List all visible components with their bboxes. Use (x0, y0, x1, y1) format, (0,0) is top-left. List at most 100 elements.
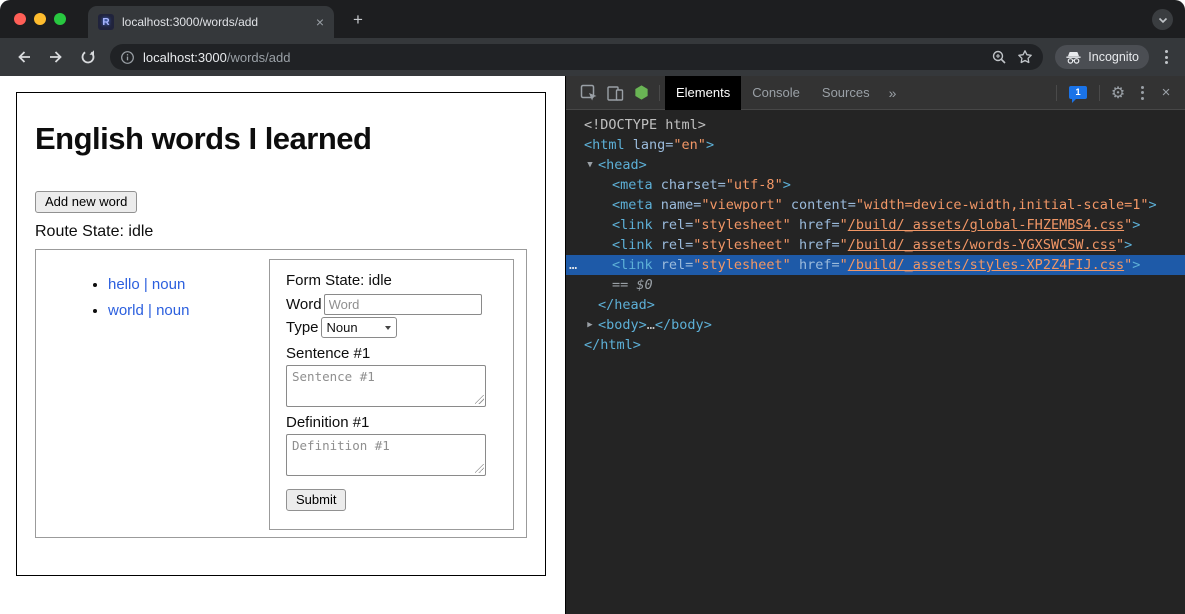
node-actions-icon[interactable]: … (569, 255, 577, 275)
code-token: > (1132, 257, 1140, 273)
back-arrow-icon (15, 48, 33, 66)
type-select-value: Noun (327, 320, 358, 335)
sentence-textarea[interactable] (286, 365, 486, 407)
code-token: href= (791, 217, 840, 233)
code-token: " (840, 237, 848, 253)
code-token: <link (612, 257, 653, 273)
new-tab-button[interactable]: + (346, 8, 370, 32)
inspect-element-icon[interactable] (576, 80, 602, 106)
dom-tree-line[interactable]: ▶<body>…</body> (566, 315, 1185, 335)
route-state-text: Route State: idle (35, 223, 527, 241)
resize-handle-icon[interactable] (475, 464, 484, 473)
code-token: " (840, 217, 848, 233)
code-token: lang= (625, 137, 674, 153)
dom-tree-line[interactable]: </head> (566, 295, 1185, 315)
forward-button[interactable] (43, 44, 69, 70)
definition-label: Definition #1 (286, 414, 497, 431)
dom-tree-line[interactable]: <link rel="stylesheet" href="/build/_ass… (566, 235, 1185, 255)
word-link[interactable]: hello | noun (108, 276, 185, 293)
window-controls (14, 13, 66, 25)
code-token: > (1132, 217, 1140, 233)
code-token: href= (791, 257, 840, 273)
dom-tree-line[interactable]: <meta charset="utf-8"> (566, 175, 1185, 195)
fullscreen-window-button[interactable] (54, 13, 66, 25)
node-extension-icon[interactable] (628, 80, 654, 106)
submit-button[interactable]: Submit (286, 489, 346, 511)
more-tabs-button[interactable]: » (881, 76, 905, 110)
zoom-icon[interactable] (991, 49, 1007, 65)
code-token: > (1124, 237, 1132, 253)
code-token: "stylesheet" (693, 217, 791, 233)
browser-window: R localhost:3000/words/add × + localhost… (0, 0, 1185, 614)
code-token: "viewport" (701, 197, 782, 213)
dom-tree-line[interactable]: …<link rel="stylesheet" href="/build/_as… (566, 255, 1185, 275)
code-token: charset= (653, 177, 726, 193)
code-token: > (1148, 197, 1156, 213)
reload-icon (79, 48, 97, 66)
code-token: … (647, 317, 655, 333)
word-form: Form State: idle Word Type Noun (269, 259, 514, 530)
word-input[interactable] (324, 294, 482, 315)
expand-arrow-open-icon[interactable]: ▼ (585, 155, 595, 175)
word-list-item: world | noun (108, 302, 269, 319)
devtools-close-icon[interactable]: × (1153, 80, 1179, 106)
word-label: Word (286, 296, 322, 313)
tab-close-icon[interactable]: × (316, 15, 324, 29)
code-token: rel= (653, 217, 694, 233)
minimize-window-button[interactable] (34, 13, 46, 25)
tab-title: localhost:3000/words/add (122, 15, 310, 29)
content-area: English words I learned Add new word Rou… (0, 76, 1185, 614)
dom-tree-line[interactable]: ▼<head> (566, 155, 1185, 175)
expand-arrow-closed-icon[interactable]: ▶ (585, 315, 595, 335)
definition-textarea[interactable] (286, 434, 486, 476)
tab-search-button[interactable] (1152, 9, 1173, 30)
code-token: href= (791, 237, 840, 253)
code-token: " (1124, 217, 1132, 233)
code-token: name= (653, 197, 702, 213)
console-messages-badge[interactable]: 1 (1062, 86, 1094, 99)
dom-tree: <!DOCTYPE html><html lang="en">▼<head><m… (566, 110, 1185, 614)
badge-count: 1 (1075, 88, 1080, 98)
dom-tree-line[interactable]: <meta name="viewport" content="width=dev… (566, 195, 1185, 215)
code-token: > (706, 137, 714, 153)
code-token: <link (612, 217, 653, 233)
browser-tab[interactable]: R localhost:3000/words/add × (88, 6, 334, 38)
type-select[interactable]: Noun (321, 317, 397, 338)
device-toolbar-icon[interactable] (602, 80, 628, 106)
resize-handle-icon[interactable] (475, 395, 484, 404)
code-token: </body> (655, 317, 712, 333)
bookmark-star-icon[interactable] (1017, 49, 1033, 65)
code-token: "stylesheet" (693, 257, 791, 273)
incognito-icon (1065, 49, 1082, 66)
devtools-menu-kebab-icon[interactable] (1131, 80, 1153, 106)
address-bar[interactable]: localhost:3000/words/add (110, 44, 1043, 70)
add-new-word-button[interactable]: Add new word (35, 191, 137, 213)
select-arrow-icon (385, 326, 391, 330)
dom-tree-line[interactable]: </html> (566, 335, 1185, 355)
code-token: <!DOCTYPE html> (584, 117, 706, 133)
devtools-panel: Elements Console Sources » 1 ⚙ × <!DOCTY… (565, 76, 1185, 614)
word-link[interactable]: world | noun (108, 302, 189, 319)
code-token: <body> (598, 317, 647, 333)
tab-sources[interactable]: Sources (811, 76, 881, 110)
dom-tree-line[interactable]: <link rel="stylesheet" href="/build/_ass… (566, 215, 1185, 235)
tab-console[interactable]: Console (741, 76, 811, 110)
code-token: <meta (612, 177, 653, 193)
back-button[interactable] (11, 44, 37, 70)
code-token: > (783, 177, 791, 193)
type-field-row: Type Noun (286, 317, 497, 338)
site-info-icon[interactable] (120, 50, 135, 65)
close-window-button[interactable] (14, 13, 26, 25)
forward-arrow-icon (47, 48, 65, 66)
reload-button[interactable] (75, 44, 101, 70)
code-token: <link (612, 237, 653, 253)
dom-tree-line[interactable]: <html lang="en"> (566, 135, 1185, 155)
dom-tree-line[interactable]: <!DOCTYPE html> (566, 115, 1185, 135)
definition-field (286, 434, 486, 476)
settings-gear-icon[interactable]: ⚙ (1105, 80, 1131, 106)
tab-elements[interactable]: Elements (665, 76, 741, 110)
dom-tree-line[interactable]: == $0 (566, 275, 1185, 295)
toolbar-divider (1099, 85, 1100, 101)
browser-menu-kebab-icon[interactable] (1155, 44, 1177, 70)
code-token: /build/_assets/styles-XP2Z4FIJ.css (848, 257, 1124, 273)
